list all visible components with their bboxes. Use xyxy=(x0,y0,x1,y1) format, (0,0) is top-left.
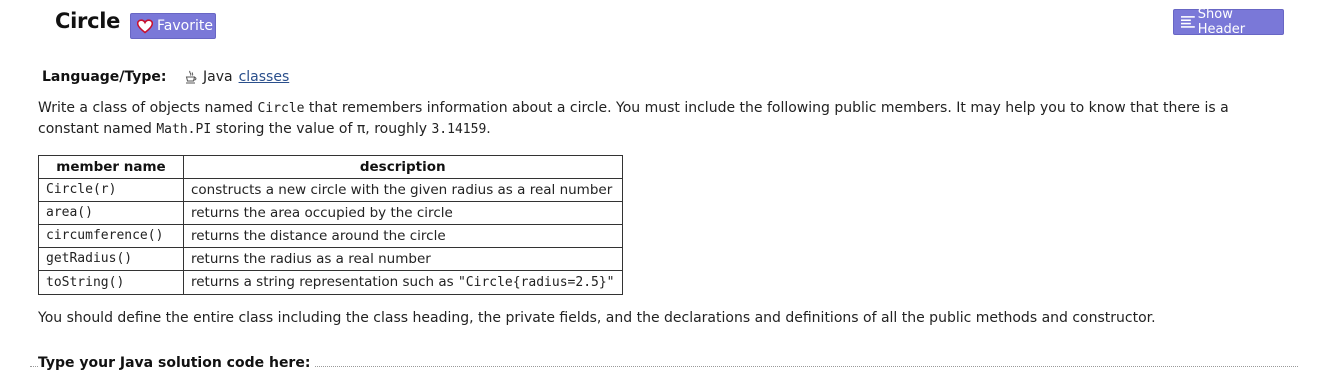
show-header-label: Show Header xyxy=(1197,7,1246,37)
member-name-cell: circumference() xyxy=(38,224,184,248)
show-header-button[interactable]: Show Header xyxy=(1173,7,1284,37)
desc-code-math-pi: Math.PI xyxy=(156,122,212,137)
table-row: getRadius() returns the radius as a real… xyxy=(38,247,623,271)
menu-lines-icon xyxy=(1181,16,1195,28)
member-name-cell: Circle(r) xyxy=(38,178,184,202)
java-cup-icon xyxy=(185,70,197,83)
member-name-cell: getRadius() xyxy=(38,247,184,271)
desc-text-4: . xyxy=(486,121,491,137)
favorite-label: Favorite xyxy=(157,18,213,34)
table-row: area() returns the area occupied by the … xyxy=(38,201,623,225)
class-definition-instructions: You should define the entire class inclu… xyxy=(38,310,1156,326)
members-table-header: member name description xyxy=(38,155,623,179)
header-member-name: member name xyxy=(38,155,184,179)
desc-code-pi-value: 3.14159 xyxy=(431,122,487,137)
desc-text-3: storing the value of π, roughly xyxy=(211,121,432,137)
member-description-cell: returns a string representation such as … xyxy=(183,270,623,295)
member-name-cell: area() xyxy=(38,201,184,225)
heart-outline-icon xyxy=(137,18,153,34)
table-row: toString() returns a string representati… xyxy=(38,270,623,295)
desc-text-1: Write a class of objects named xyxy=(38,100,258,116)
type-link-classes[interactable]: classes xyxy=(239,69,290,85)
member-description-cell: returns the distance around the circle xyxy=(183,224,623,248)
members-table: member name description Circle(r) constr… xyxy=(38,155,623,295)
desc-code-class-name: Circle xyxy=(257,101,305,116)
tostring-desc-text: returns a string representation such as xyxy=(191,274,458,290)
member-description-cell: returns the area occupied by the circle xyxy=(183,201,623,225)
language-type-value: Java classes xyxy=(185,69,289,85)
code-area-legend: Type your Java solution code here: xyxy=(38,355,315,371)
language-type-label: Language/Type: xyxy=(42,69,167,85)
member-description-cell: returns the radius as a real number xyxy=(183,247,623,271)
favorite-button[interactable]: Favorite xyxy=(130,13,216,39)
tostring-desc-code: "Circle{radius=2.5}" xyxy=(457,275,615,290)
problem-description: Write a class of objects named Circle th… xyxy=(38,98,1278,140)
header-description: description xyxy=(183,155,623,179)
language-name: Java xyxy=(203,69,233,85)
table-row: Circle(r) constructs a new circle with t… xyxy=(38,178,623,202)
member-name-cell: toString() xyxy=(38,270,184,295)
problem-title: Circle xyxy=(55,9,121,33)
member-description-cell: constructs a new circle with the given r… xyxy=(183,178,623,202)
table-row: circumference() returns the distance aro… xyxy=(38,224,623,248)
